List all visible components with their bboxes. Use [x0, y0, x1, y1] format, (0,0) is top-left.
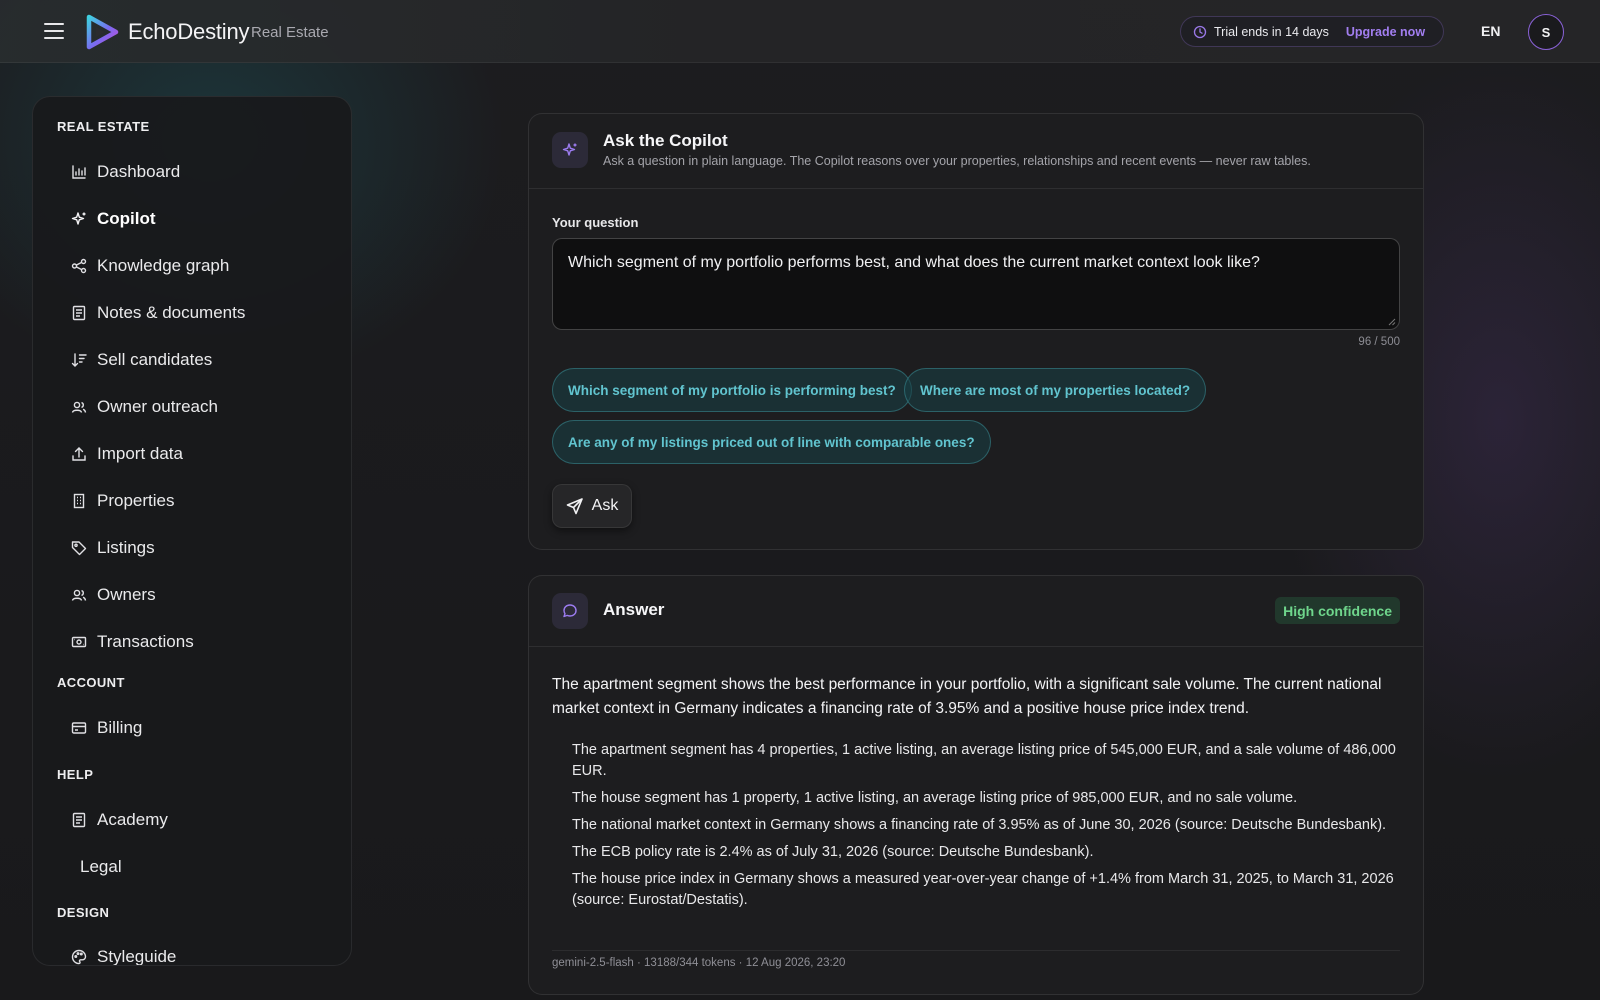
ask-card-title: Ask the Copilot — [603, 131, 728, 150]
send-icon — [566, 498, 583, 515]
sidebar-item-label: Import data — [97, 444, 183, 463]
chat-bubble-icon — [563, 604, 577, 618]
trial-badge: Trial ends in 14 days Upgrade now — [1180, 16, 1444, 47]
sidebar-item-transactions[interactable]: Transactions — [71, 630, 194, 654]
sidebar-item-listings[interactable]: Listings — [71, 536, 155, 560]
suggestion-chip[interactable]: Which segment of my portfolio is perform… — [552, 368, 912, 412]
sidebar-item-label: Notes & documents — [97, 303, 246, 322]
suggestion-chip[interactable]: Are any of my listings priced out of lin… — [552, 420, 991, 464]
trial-text: Trial ends in 14 days — [1214, 24, 1329, 39]
question-label: Your question — [552, 215, 639, 230]
logo-icon — [86, 14, 119, 50]
sparkle-icon — [562, 143, 577, 156]
answer-card-icon — [552, 593, 588, 629]
divider — [529, 188, 1423, 189]
answer-summary: The apartment segment shows the best per… — [552, 676, 1382, 717]
sidebar-item-label: Copilot — [97, 209, 156, 228]
section-real-estate: REAL ESTATE — [57, 119, 150, 134]
sidebar-item-label: Legal — [80, 857, 122, 876]
question-input[interactable]: Which segment of my portfolio performs b… — [552, 238, 1400, 330]
sidebar-item-label: Owner outreach — [97, 397, 218, 416]
menu-icon[interactable] — [44, 23, 64, 39]
credit-card-icon — [71, 722, 87, 734]
brand-subtitle: Real Estate — [251, 24, 329, 41]
answer-card-title: Answer — [603, 600, 665, 619]
sidebar-item-label: Knowledge graph — [97, 256, 230, 275]
sidebar-item-academy[interactable]: Academy — [71, 808, 168, 832]
list-item: The national market context in Germany s… — [572, 817, 1387, 833]
sidebar-item-billing[interactable]: Billing — [71, 716, 142, 740]
answer-metadata: gemini-2.5-flash · 13188/344 tokens · 12… — [552, 957, 846, 969]
sidebar-item-label: Listings — [97, 538, 155, 557]
sidebar: REAL ESTATE Dashboard Copilot Knowledge … — [32, 96, 352, 966]
bar-chart-icon — [72, 165, 86, 179]
sidebar-item-notes[interactable]: Notes & documents — [71, 301, 245, 325]
list-item: The house segment has 1 property, 1 acti… — [572, 790, 1298, 806]
question-text: Which segment of my portfolio performs b… — [568, 254, 1260, 271]
sidebar-item-label: Properties — [97, 491, 175, 510]
banknote-icon — [71, 636, 87, 648]
sidebar-item-styleguide[interactable]: Styleguide — [71, 945, 177, 966]
brand-name: EchoDestiny — [128, 19, 250, 44]
ask-button-label: Ask — [591, 497, 619, 514]
divider — [552, 950, 1400, 951]
sparkle-icon — [71, 212, 86, 225]
top-bar: EchoDestiny Real Estate Trial ends in 14… — [0, 0, 1600, 63]
confidence-badge: High confidence — [1275, 597, 1400, 624]
users-icon — [71, 589, 87, 601]
ask-copilot-card: Ask the Copilot Ask a question in plain … — [528, 113, 1424, 550]
resize-handle-icon[interactable] — [1388, 318, 1396, 326]
sidebar-item-label: Billing — [97, 718, 143, 737]
divider — [529, 646, 1423, 647]
building-icon — [73, 493, 85, 509]
list-item: The apartment segment has 4 properties, … — [572, 742, 1396, 779]
palette-icon — [71, 949, 87, 965]
suggestion-chip[interactable]: Where are most of my properties located? — [904, 368, 1207, 412]
upgrade-link[interactable]: Upgrade now — [1346, 25, 1425, 39]
section-account: ACCOUNT — [57, 675, 125, 690]
answer-card: Answer High confidence The apartment seg… — [528, 575, 1424, 995]
users-icon — [71, 401, 87, 413]
copilot-card-icon — [552, 132, 588, 168]
upload-icon — [72, 447, 86, 461]
language-switcher[interactable]: EN — [1481, 23, 1500, 39]
ask-button[interactable]: Ask — [552, 484, 632, 528]
section-help: HELP — [57, 767, 94, 782]
sidebar-item-owners[interactable]: Owners — [71, 583, 156, 607]
sidebar-item-label: Academy — [97, 810, 168, 829]
char-counter: 96 / 500 — [1358, 336, 1400, 348]
sidebar-item-label: Styleguide — [97, 947, 177, 966]
answer-details: The apartment segment has 4 properties, … — [572, 740, 1402, 917]
document-icon — [72, 305, 86, 321]
sidebar-item-copilot[interactable]: Copilot — [71, 207, 156, 231]
share-nodes-icon — [71, 258, 87, 274]
sidebar-item-properties[interactable]: Properties — [71, 489, 174, 513]
sidebar-item-legal[interactable]: Legal — [80, 855, 122, 879]
list-item: The house price index in Germany shows a… — [572, 871, 1394, 908]
sidebar-item-owner-outreach[interactable]: Owner outreach — [71, 395, 218, 419]
sort-descending-icon — [71, 353, 87, 367]
sidebar-item-label: Dashboard — [97, 162, 181, 181]
ask-card-subtitle: Ask a question in plain language. The Co… — [603, 154, 1311, 168]
sidebar-item-label: Owners — [97, 585, 156, 604]
sidebar-item-label: Transactions — [97, 632, 194, 651]
sidebar-item-knowledge-graph[interactable]: Knowledge graph — [71, 254, 229, 278]
sidebar-item-dashboard[interactable]: Dashboard — [71, 160, 180, 184]
sidebar-item-import-data[interactable]: Import data — [71, 442, 183, 466]
clock-icon — [1193, 25, 1207, 38]
section-design: DESIGN — [57, 905, 110, 920]
avatar[interactable]: S — [1528, 14, 1564, 50]
sidebar-item-label: Sell candidates — [97, 350, 213, 369]
tag-icon — [71, 541, 87, 556]
sidebar-item-sell-candidates[interactable]: Sell candidates — [71, 348, 212, 372]
document-icon — [72, 812, 86, 828]
list-item: The ECB policy rate is 2.4% as of July 3… — [572, 844, 1094, 860]
